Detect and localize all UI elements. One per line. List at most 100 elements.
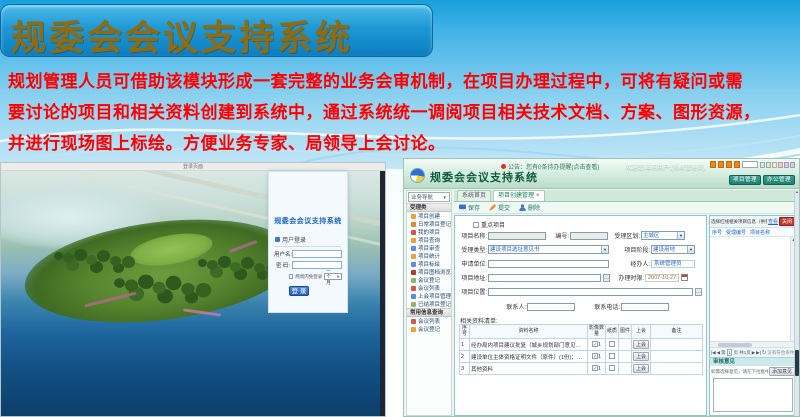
- accept-type-select[interactable]: 建设项目选址意见书 ▼: [488, 245, 609, 254]
- code-input[interactable]: [570, 232, 608, 240]
- next-page-icon[interactable]: ▶: [752, 350, 755, 356]
- user-icon: [275, 237, 280, 242]
- scroll-up-icon[interactable]: ▲: [795, 190, 799, 195]
- sidebar-item[interactable]: 已结项目登记: [407, 300, 451, 308]
- scroll-thumb[interactable]: [795, 350, 799, 376]
- related-col-header[interactable]: 序号: [712, 229, 722, 236]
- menu-item-icon: [411, 286, 416, 291]
- sidebar-menu: 受理类项目创建日常项目登记我的项目项目查询项目审查项目统计项目标绘项目图档浏览会…: [407, 203, 451, 333]
- materials-col-header: 备注: [651, 325, 703, 339]
- address-label: 项目地址:: [457, 273, 487, 282]
- close-tab-icon[interactable]: ×: [536, 193, 540, 199]
- sidebar-item[interactable]: 会议登记: [407, 325, 451, 333]
- header-notice-text: 公告：您有0条待办提醒(点击查看): [508, 162, 599, 171]
- sidebar-item[interactable]: 会议登记: [407, 276, 451, 284]
- to-meeting-button[interactable]: 上会: [633, 340, 649, 349]
- drawing-cell: [619, 339, 632, 351]
- to-meeting-button[interactable]: 上会: [633, 352, 649, 361]
- address-input[interactable]: [488, 274, 601, 282]
- unchecked-checkbox[interactable]: [609, 353, 615, 359]
- hscroll-thumb[interactable]: [718, 343, 752, 347]
- module-select[interactable]: 业务导航 ▼: [408, 192, 450, 202]
- tab-inactive[interactable]: 系统首页: [457, 190, 491, 201]
- sidebar-item[interactable]: 日常项目登记: [407, 220, 451, 228]
- skin-color-swatch[interactable]: [766, 162, 771, 168]
- skin-color-swatch[interactable]: [772, 162, 777, 168]
- deadline-label: 办理时限:: [613, 273, 644, 282]
- title-banner: 规委会会议支持系统: [0, 4, 433, 57]
- remember-duration-select[interactable]: 一个月 ▼: [324, 273, 342, 280]
- browse-button[interactable]: …: [603, 274, 610, 282]
- calendar-icon[interactable]: [681, 274, 688, 281]
- remember-label: 两周内免登录: [295, 274, 322, 280]
- unchecked-checkbox[interactable]: [609, 365, 615, 371]
- header-notice[interactable]: 公告：您有0条待办提醒(点击查看): [501, 162, 599, 171]
- sidebar-item[interactable]: 项目标绘: [407, 260, 451, 268]
- row-number: 3: [460, 363, 470, 375]
- sidebar-group-header[interactable]: 常用信息查询: [407, 308, 451, 317]
- opinion-textarea[interactable]: [713, 378, 793, 412]
- save-toolbar-button[interactable]: 保存: [459, 203, 480, 212]
- view-link[interactable]: 查看: [768, 218, 778, 225]
- tab-active[interactable]: 项目创建管理×: [493, 190, 545, 201]
- sidebar-item[interactable]: 项目查询: [407, 236, 451, 244]
- stage-value: 建设用地: [652, 246, 687, 253]
- add-opinion-button[interactable]: 添加意见: [769, 367, 795, 376]
- sidebar-item[interactable]: 上会项目管理: [407, 292, 451, 300]
- refresh-icon[interactable]: ↻: [762, 350, 767, 356]
- sidebar-item[interactable]: 项目图档浏览: [407, 268, 451, 276]
- edit-toolbar-button[interactable]: 提交: [489, 203, 510, 212]
- sidebar-group-header[interactable]: 受理类: [407, 203, 451, 212]
- user-toolbar-button[interactable]: 删除: [519, 203, 540, 212]
- last-page-icon[interactable]: ▶|: [756, 350, 761, 356]
- sidebar-item[interactable]: 会议列表: [407, 317, 451, 325]
- panel-hscrollbar[interactable]: [710, 341, 796, 347]
- browse-button[interactable]: …: [695, 288, 702, 296]
- toolbar-label: 保存: [468, 203, 480, 212]
- applicant-input[interactable]: [488, 260, 609, 268]
- materials-col-header: 资料名称: [470, 325, 588, 339]
- edit-icon: [489, 204, 496, 211]
- project-name-input[interactable]: [488, 232, 546, 240]
- accept-type-label: 受理类型:: [457, 245, 487, 254]
- login-button[interactable]: 登 录: [289, 286, 309, 296]
- sidebar-item[interactable]: 项目创建: [407, 212, 451, 220]
- sidebar-item[interactable]: 会议列表: [407, 284, 451, 292]
- skin-color-swatch[interactable]: [760, 162, 765, 168]
- materials-col-header: 影像数量: [588, 325, 606, 339]
- first-page-icon[interactable]: |◀: [711, 350, 716, 356]
- close-panel-button[interactable]: 关闭: [779, 217, 795, 226]
- sidebar-item[interactable]: 我的项目: [407, 228, 451, 236]
- project-manage-button[interactable]: 项目管理: [729, 175, 761, 185]
- page-number-input[interactable]: 1: [727, 349, 733, 356]
- skin-color-swatch[interactable]: [784, 162, 789, 168]
- related-col-header[interactable]: 受理编号: [726, 229, 746, 236]
- app-scrollbar[interactable]: ▲: [794, 190, 799, 416]
- to-meeting-button[interactable]: 上会: [633, 364, 649, 373]
- stage-select[interactable]: 建设用地 ▼: [651, 245, 695, 254]
- empty-records-text: 没有符合条件记录: [767, 350, 795, 356]
- district-select[interactable]: 主城区 ▼: [641, 231, 685, 240]
- app-title: 规委会会议支持系统: [430, 169, 538, 185]
- skin-color-swatch[interactable]: [790, 162, 795, 168]
- phone-input[interactable]: [621, 303, 669, 311]
- contact-input[interactable]: [527, 303, 575, 311]
- related-col-header[interactable]: 项目名称: [750, 229, 770, 236]
- skin-color-swatch[interactable]: [778, 162, 783, 168]
- sidebar-item[interactable]: 项目统计: [407, 252, 451, 260]
- username-input[interactable]: [292, 250, 342, 258]
- quick-button[interactable]: [710, 161, 716, 168]
- material-name: 建设单位主体资格证明文件（原件）(1份)；复印件（加盖公章）(1份): [470, 351, 588, 363]
- quick-button[interactable]: [726, 161, 732, 168]
- key-project-checkbox[interactable]: [473, 222, 479, 228]
- sidebar-item[interactable]: 项目审查: [407, 244, 451, 252]
- location-input[interactable]: [488, 288, 693, 296]
- prev-page-icon[interactable]: ◀: [717, 350, 720, 356]
- office-manage-button[interactable]: 办公管理: [763, 175, 795, 185]
- quick-button[interactable]: [718, 161, 724, 168]
- quick-button[interactable]: [734, 161, 740, 168]
- remember-checkbox[interactable]: [289, 274, 293, 279]
- unchecked-checkbox[interactable]: [609, 341, 615, 347]
- page-prefix: 第: [721, 350, 726, 356]
- menu-item-icon: [411, 327, 416, 332]
